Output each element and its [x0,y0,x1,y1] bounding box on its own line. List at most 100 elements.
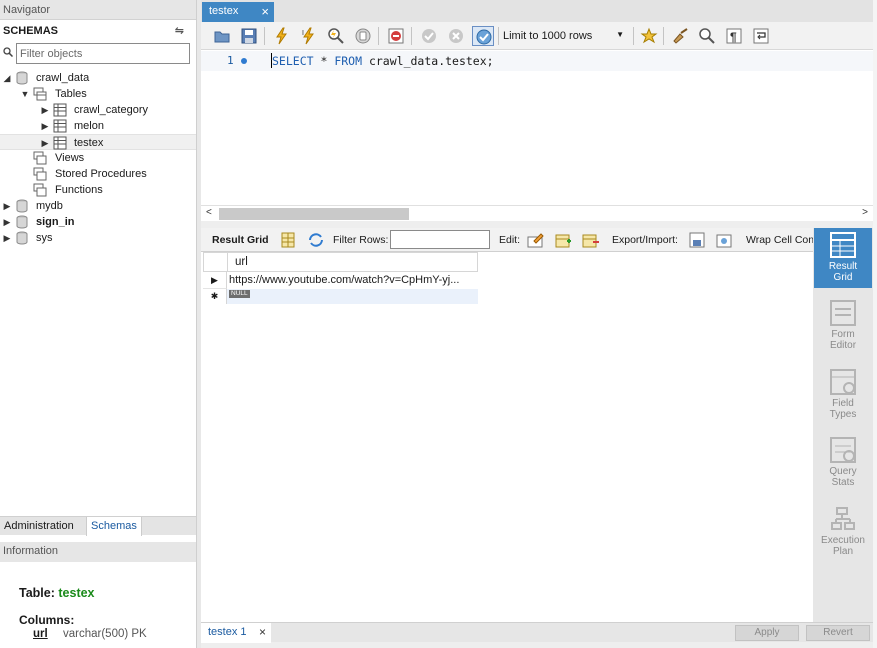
collapse-arrow-icon[interactable]: ▶ [40,135,50,151]
sql-editor[interactable]: 1 SELECT * FROM crawl_data.testex; [201,50,873,205]
revert-button[interactable]: Revert [806,625,870,641]
collapse-arrow-icon[interactable]: ▶ [40,102,50,118]
tree-db-sys[interactable]: ▶ sys [0,230,196,246]
tab-query-testex[interactable]: testex × [202,2,274,22]
import-icon[interactable] [715,231,733,249]
tree-label: Tables [55,88,87,100]
query-stats-view-button[interactable]: Query Stats [814,433,872,493]
tree-views-folder[interactable]: Views [0,150,196,166]
refresh-icon[interactable]: ⇋ [175,24,184,37]
field-types-view-button[interactable]: Field Types [814,365,872,425]
tree-functions-folder[interactable]: Functions [0,182,196,198]
scroll-left-icon[interactable]: < [206,207,212,218]
svg-text:¶: ¶ [730,30,737,44]
tree-label: melon [74,120,104,132]
toggle-error-button[interactable] [385,26,407,46]
side-label-line1: Execution [821,535,865,546]
tree-db-sign-in[interactable]: ▶ sign_in [0,214,196,230]
scroll-thumb[interactable] [219,208,409,220]
form-editor-view-button[interactable]: Form Editor [814,296,872,356]
beautify-button[interactable] [669,26,691,46]
refresh-icon[interactable] [307,231,325,249]
collapse-arrow-icon[interactable]: ▶ [40,118,50,134]
side-label-line1: Field [832,398,854,409]
new-row[interactable]: ✱ NULL [203,289,478,304]
tree-label: testex [74,137,104,149]
query-tabstrip: testex × [201,0,877,22]
tree-table-melon[interactable]: ▶ melon [0,118,196,134]
apply-button[interactable]: Apply [735,625,799,641]
commit-button [418,26,440,46]
side-label-line1: Result [828,261,858,272]
pilcrow-icon: ¶ [726,28,742,44]
expand-arrow-icon[interactable]: ▼ [20,86,30,102]
add-row-icon[interactable] [554,231,572,249]
collapse-arrow-icon[interactable]: ▶ [2,214,12,230]
find-button[interactable] [696,26,718,46]
main-vertical-scrollbar[interactable] [873,0,877,648]
autocommit-toggle[interactable] [472,26,494,46]
toolbar-separator [663,27,664,45]
execution-plan-view-button[interactable]: Execution Plan [814,502,872,562]
tree-table-crawl-category[interactable]: ▶ crawl_category [0,102,196,118]
result-bottom-bar: testex 1 × Apply Revert [201,622,873,643]
info-table-line: Table: testex [19,586,95,600]
filter-rows-input[interactable] [390,230,490,249]
execute-current-button[interactable]: I [298,26,320,46]
execute-button[interactable] [271,26,293,46]
tab-result-testex-1[interactable]: testex 1 × [201,623,271,643]
explain-button[interactable] [325,26,347,46]
info-table-prefix: Table: [19,586,55,600]
lightning-icon [276,27,287,45]
expand-arrow-icon[interactable]: ◢ [2,70,12,86]
null-badge: NULL [229,290,250,298]
close-icon[interactable]: × [261,4,269,19]
close-icon[interactable]: × [259,625,266,639]
folder-icon [214,31,230,43]
filter-objects-input[interactable] [16,43,190,64]
limit-rows-select[interactable]: Limit to 1000 rows ▼ [498,27,628,46]
tree-label: Stored Procedures [55,168,147,180]
invisible-chars-button[interactable]: ¶ [723,26,745,46]
result-grid-view-button[interactable]: Result Grid [814,228,872,288]
table-icon [53,136,67,150]
collapse-arrow-icon[interactable]: ▶ [2,198,12,214]
table-row[interactable]: ▶ https://www.youtube.com/watch?v=CpHmY-… [203,272,478,289]
column-header-url[interactable]: url [235,256,248,268]
add-snippet-button[interactable] [638,26,660,46]
edit-row-icon[interactable] [526,231,544,249]
tree-label: mydb [36,200,63,212]
schemas-header: SCHEMAS ⇋ [0,20,196,42]
open-file-button[interactable] [211,26,233,46]
scroll-right-icon[interactable]: > [862,207,868,218]
tree-db-mydb[interactable]: ▶ mydb [0,198,196,214]
tab-schemas[interactable]: Schemas [86,517,142,536]
navigator-panel: Navigator SCHEMAS ⇋ ◢ crawl_data ▼ Table… [0,0,197,648]
query-tab-label: testex [209,5,239,17]
edit-label: Edit: [499,234,521,246]
info-column-name: url [33,628,48,640]
tab-administration[interactable]: Administration [0,517,78,536]
tree-procedures-folder[interactable]: Stored Procedures [0,166,196,182]
database-icon [16,199,28,213]
delete-row-icon[interactable] [581,231,599,249]
query-stats-icon [830,437,856,463]
stop-button[interactable] [352,26,374,46]
tree-tables-folder[interactable]: ▼ Tables [0,86,196,102]
star-icon [640,27,658,44]
wrap-lines-button[interactable] [750,26,772,46]
save-button[interactable] [238,26,260,46]
database-icon [16,71,28,85]
collapse-arrow-icon[interactable]: ▶ [2,230,12,246]
navigator-bottom-tabs: Administration Schemas [0,516,196,536]
grid-corner [204,253,228,271]
magnifier-icon [328,28,344,44]
editor-horizontal-scrollbar[interactable]: < > [201,205,873,221]
export-icon[interactable] [688,231,706,249]
grid-layout-icon[interactable] [279,231,297,249]
cell-url[interactable]: https://www.youtube.com/watch?v=CpHmY-yj… [229,274,459,286]
sql-statement[interactable]: SELECT * FROM crawl_data.testex; [272,54,494,68]
tree-db-crawl-data[interactable]: ◢ crawl_data [0,70,196,86]
tree-table-testex[interactable]: ▶ testex [0,134,196,150]
tree-label: crawl_data [36,72,90,84]
